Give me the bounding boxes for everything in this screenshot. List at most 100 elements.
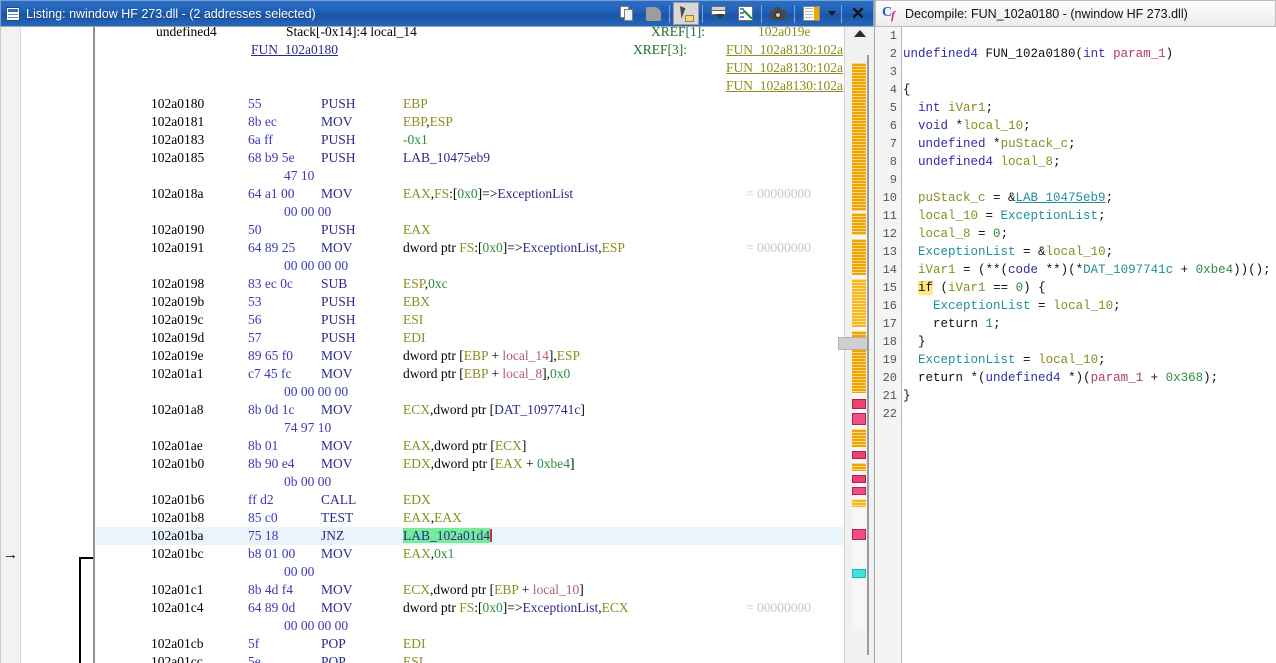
overview-segment[interactable]	[852, 63, 866, 211]
decompile-code-line[interactable]: ExceptionList = local_10;	[903, 351, 1276, 369]
overview-segment[interactable]	[852, 487, 866, 495]
instruction-operands[interactable]: -0x1	[403, 131, 428, 149]
book-toggle-icon[interactable]	[798, 2, 824, 25]
instruction-operands[interactable]: dword ptr FS:[0x0]=>ExceptionList,ECX	[403, 599, 629, 617]
function-name-label[interactable]: FUN_102a0180	[251, 41, 338, 59]
decompile-code-line[interactable]: {	[903, 81, 1276, 99]
decompile-code-line[interactable]: int iVar1;	[903, 99, 1276, 117]
listing-titlebar[interactable]: Listing: nwindow HF 273.dll - (2 address…	[0, 0, 874, 27]
decompile-code-line[interactable]: undefined4 FUN_102a0180(int param_1)	[903, 45, 1276, 63]
decompile-code-line[interactable]: puStack_c = &LAB_10475eb9;	[903, 189, 1276, 207]
instruction-row[interactable]: 0b 00 00	[96, 473, 844, 491]
instruction-row[interactable]: 102a0198 83 ec 0c SUB ESP,0xc	[96, 275, 844, 293]
decompile-code-line[interactable]	[903, 63, 1276, 81]
overview-segment[interactable]	[852, 429, 866, 447]
overview-segment[interactable]	[852, 529, 866, 540]
instruction-operands[interactable]: dword ptr [EBP + local_8],0x0	[403, 365, 570, 383]
instruction-row[interactable]: 102a0190 50 PUSH EAX	[96, 221, 844, 239]
decompile-code-line[interactable]: }	[903, 387, 1276, 405]
copy-icon[interactable]	[614, 2, 640, 25]
instruction-row[interactable]: 00 00 00	[96, 203, 844, 221]
instruction-row[interactable]: 00 00 00 00	[96, 257, 844, 275]
code-token[interactable]: DAT_1097741c	[1083, 263, 1173, 277]
instruction-row[interactable]: 102a01b6 ff d2 CALL EDX	[96, 491, 844, 509]
decompile-code[interactable]: undefined4 FUN_102a0180(int param_1) { i…	[903, 27, 1276, 663]
scroll-up-arrow-icon[interactable]	[854, 30, 866, 37]
instruction-row[interactable]: 00 00	[96, 563, 844, 581]
overview-thumb[interactable]	[838, 337, 868, 350]
instruction-row[interactable]: 102a0181 8b ec MOV EBP,ESP	[96, 113, 844, 131]
instruction-row[interactable]: 102a01cb 5f POP EDI	[96, 635, 844, 653]
decompile-code-line[interactable]: return 1;	[903, 315, 1276, 333]
instruction-row[interactable]: 102a01ae 8b 01 MOV EAX,dword ptr [ECX]	[96, 437, 844, 455]
code-token[interactable]: ExceptionList	[918, 245, 1016, 259]
instruction-row[interactable]: 102a019d 57 PUSH EDI	[96, 329, 844, 347]
instruction-row[interactable]: 47 10	[96, 167, 844, 185]
instruction-operands[interactable]: EAX,dword ptr [ECX]	[403, 437, 526, 455]
instruction-operands[interactable]: dword ptr [EBP + local_14],ESP	[403, 347, 580, 365]
instruction-operands[interactable]: EBX	[403, 293, 430, 311]
instruction-operands[interactable]: ECX,dword ptr [DAT_1097741c]	[403, 401, 585, 419]
listing-overview-bar[interactable]	[838, 27, 874, 663]
instruction-row[interactable]: 102a01bc b8 01 00 MOV EAX,0x1	[96, 545, 844, 563]
instruction-operands[interactable]: EBP	[403, 95, 428, 113]
operand-token[interactable]: DAT_1097741c	[494, 402, 580, 417]
decompile-titlebar[interactable]: Cf Decompile: FUN_102a0180 - (nwindow HF…	[875, 0, 1276, 27]
instruction-operands[interactable]: EAX,EAX	[403, 509, 462, 527]
instruction-operands[interactable]: dword ptr FS:[0x0]=>ExceptionList,ESP	[403, 239, 625, 257]
xref-value[interactable]: FUN_102a8130:102a	[726, 41, 843, 59]
decompile-code-line[interactable]: return *(undefined4 *)(param_1 + 0x368);	[903, 369, 1276, 387]
instruction-row[interactable]: 102a01b8 85 c0 TEST EAX,EAX	[96, 509, 844, 527]
chevron-down-icon[interactable]	[824, 2, 838, 25]
disassembly-code[interactable]: undefined4 Stack[-0x14]:4 local_14 XREF[1]…	[96, 27, 844, 663]
select-cursor-icon[interactable]	[673, 2, 699, 25]
overview-segment[interactable]	[852, 239, 866, 275]
operand-token[interactable]: LAB_10475eb9	[403, 150, 490, 165]
instruction-operands[interactable]: EDX,dword ptr [EAX + 0xbe4]	[403, 455, 575, 473]
instruction-operands[interactable]: ECX,dword ptr [EBP + local_10]	[403, 581, 584, 599]
overview-segment[interactable]	[852, 399, 866, 409]
instruction-operands[interactable]: LAB_10475eb9	[403, 149, 490, 167]
instruction-operands[interactable]: EAX,FS:[0x0]=>ExceptionList	[403, 185, 573, 203]
instruction-operands[interactable]: ESI	[403, 311, 423, 329]
code-token[interactable]: FUN_102a0180	[986, 47, 1076, 61]
instruction-operands[interactable]: ESP,0xc	[403, 275, 448, 293]
instruction-operands[interactable]: EDI	[403, 635, 426, 653]
decompile-body[interactable]: 1 2 3 4 5 6 7 8 9 10 11 12 13 14 15 16 17 18 19 20 21 22 unde…	[875, 27, 1276, 663]
graph-icon[interactable]	[732, 2, 758, 25]
decompile-code-line[interactable]: if (iVar1 == 0) {	[903, 279, 1276, 297]
close-icon[interactable]: ✕	[845, 2, 871, 25]
code-token[interactable]: ExceptionList	[1001, 209, 1099, 223]
instruction-row[interactable]: 102a0183 6a ff PUSH -0x1	[96, 131, 844, 149]
overview-segment[interactable]	[852, 413, 866, 425]
instruction-row[interactable]: 102a0185 68 b9 5e PUSH LAB_10475eb9	[96, 149, 844, 167]
overview-track[interactable]	[867, 55, 869, 655]
instruction-operands[interactable]: EDI	[403, 329, 426, 347]
instruction-operands[interactable]: EAX,0x1	[403, 545, 454, 563]
instruction-row[interactable]: 102a019c 56 PUSH ESI	[96, 311, 844, 329]
instruction-operands[interactable]: LAB_102a01d4	[403, 527, 492, 545]
instruction-row[interactable]: 102a0180 55 PUSH EBP	[96, 95, 844, 113]
instruction-row[interactable]: 102a01c1 8b 4d f4 MOV ECX,dword ptr [EBP + …	[96, 581, 844, 599]
xref-value[interactable]: FUN_102a8130:102a	[726, 77, 843, 95]
decompile-code-line[interactable]: }	[903, 333, 1276, 351]
instruction-operands[interactable]: EAX	[403, 221, 431, 239]
overview-segment[interactable]	[852, 569, 866, 578]
overview-segment[interactable]	[852, 451, 866, 459]
instruction-row[interactable]: 102a01cc 5e POP ESI	[96, 653, 844, 663]
decompile-code-line[interactable]: undefined *puStack_c;	[903, 135, 1276, 153]
instruction-row[interactable]: 74 97 10	[96, 419, 844, 437]
decompile-code-line[interactable]	[903, 171, 1276, 189]
decompile-code-line[interactable]: local_10 = ExceptionList;	[903, 207, 1276, 225]
decompile-code-line[interactable]: void *local_10;	[903, 117, 1276, 135]
operand-token[interactable]: LAB_102a01d4	[403, 528, 490, 543]
decompile-code-line[interactable]: iVar1 = (**(code **)(*DAT_1097741c + 0xb…	[903, 261, 1276, 279]
instruction-row[interactable]: 102a018a 64 a1 00 MOV EAX,FS:[0x0]=>Excepti…	[96, 185, 844, 203]
decompile-code-line[interactable]: ExceptionList = &local_10;	[903, 243, 1276, 261]
overview-segment[interactable]	[852, 499, 866, 507]
instruction-row[interactable]: 102a01c4 64 89 0d MOV dword ptr FS:[0x0]=>E…	[96, 599, 844, 617]
code-token[interactable]: LAB_10475eb9	[1016, 191, 1106, 205]
code-token[interactable]: ExceptionList	[933, 299, 1031, 313]
instruction-row[interactable]: 102a01a1 c7 45 fc MOV dword ptr [EBP + loca…	[96, 365, 844, 383]
instruction-row[interactable]: 00 00 00 00	[96, 617, 844, 635]
